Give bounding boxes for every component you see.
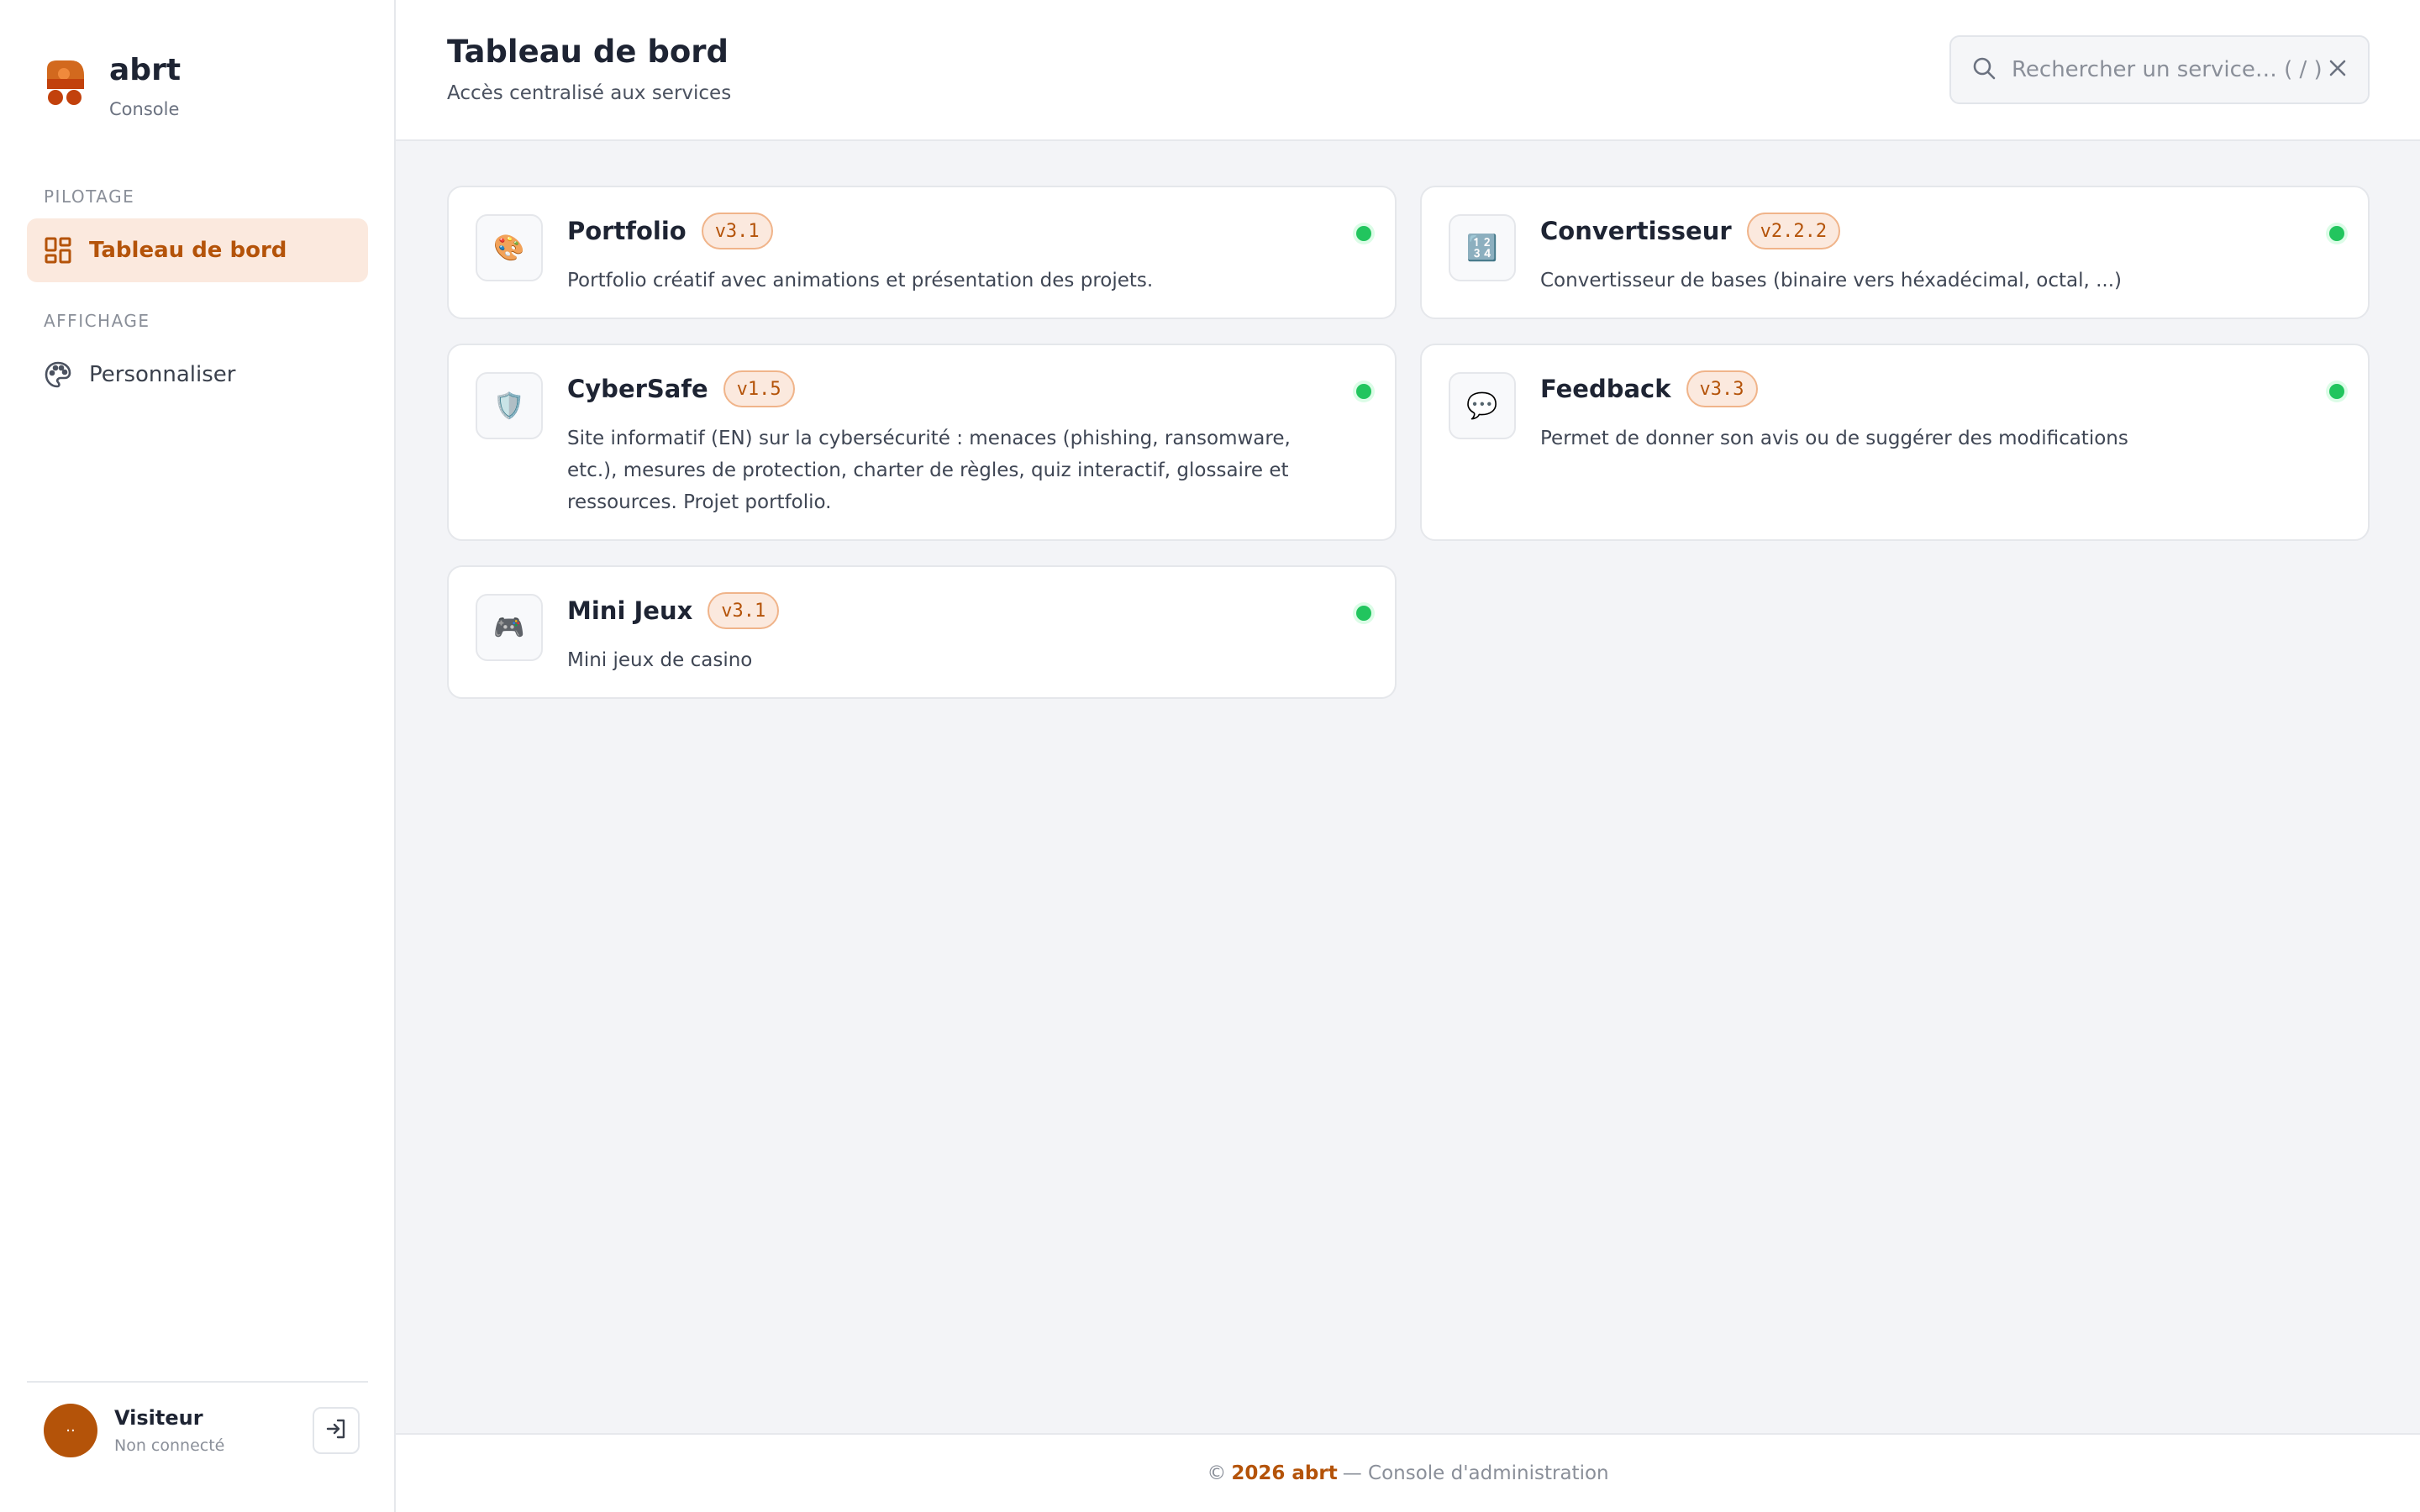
footer-brand: 2026 abrt bbox=[1231, 1462, 1338, 1484]
shield-icon: 🛡️ bbox=[476, 372, 543, 439]
sidebar-item-dashboard[interactable]: Tableau de bord bbox=[27, 218, 368, 282]
service-card-feedback[interactable]: 💬 Feedback v3.3 Permet de donner son avi… bbox=[1420, 344, 2370, 541]
service-title: CyberSafe bbox=[567, 375, 708, 403]
brand-name: abrt bbox=[109, 53, 182, 87]
sidebar-item-personnaliser[interactable]: Personnaliser bbox=[27, 343, 368, 407]
page-subtitle: Accès centralisé aux services bbox=[447, 82, 732, 104]
search-icon bbox=[1971, 55, 1996, 84]
service-description: Permet de donner son avis ou de suggérer… bbox=[1540, 428, 2128, 449]
search-input[interactable] bbox=[2012, 57, 2328, 82]
user-status: Non connecté bbox=[114, 1436, 225, 1455]
status-online-indicator bbox=[2329, 384, 2344, 399]
status-online-indicator bbox=[1356, 384, 1371, 399]
service-description: Site informatif (EN) sur la cybersécurit… bbox=[567, 428, 1291, 513]
user-panel: ·· Visiteur Non connecté bbox=[44, 1403, 360, 1458]
nav-section-pilotage: PILOTAGE bbox=[44, 186, 135, 207]
version-badge: v3.1 bbox=[701, 213, 773, 249]
brand[interactable]: abrt Console bbox=[44, 52, 181, 119]
palette-icon: 🎨 bbox=[476, 214, 543, 281]
service-title: Portfolio bbox=[567, 217, 687, 245]
footer-text: — Console d'administration bbox=[1342, 1462, 1609, 1484]
service-card-convertisseur[interactable]: 🔢 Convertisseur v2.2.2 Convertisseur de … bbox=[1420, 186, 2370, 319]
version-badge: v3.1 bbox=[708, 592, 780, 629]
status-online-indicator bbox=[1356, 606, 1371, 621]
palette-icon bbox=[44, 360, 72, 389]
nav-section-affichage: AFFICHAGE bbox=[44, 311, 150, 331]
status-online-indicator bbox=[2329, 226, 2344, 241]
service-description: Convertisseur de bases (binaire vers héx… bbox=[1540, 270, 2122, 291]
sidebar-item-label: Tableau de bord bbox=[89, 238, 287, 263]
service-title: Feedback bbox=[1540, 375, 1671, 403]
service-card-portfolio[interactable]: 🎨 Portfolio v3.1 Portfolio créatif avec … bbox=[447, 186, 1397, 319]
user-name: Visiteur bbox=[114, 1406, 203, 1430]
page-footer: © 2026 abrt — Console d'administration bbox=[396, 1433, 2420, 1512]
service-title: Mini Jeux bbox=[567, 596, 693, 625]
sidebar-item-label: Personnaliser bbox=[89, 362, 236, 387]
copyright-symbol: © bbox=[1207, 1462, 1227, 1484]
status-online-indicator bbox=[1356, 226, 1371, 241]
login-button[interactable] bbox=[313, 1407, 360, 1454]
numbers-icon: 🔢 bbox=[1449, 214, 1516, 281]
page-header: Tableau de bord Accès centralisé aux ser… bbox=[396, 0, 2420, 141]
search-box[interactable] bbox=[1949, 35, 2370, 104]
service-card-cybersafe[interactable]: 🛡️ CyberSafe v1.5 Site informatif (EN) s… bbox=[447, 344, 1397, 541]
version-badge: v3.3 bbox=[1686, 370, 1758, 407]
clear-search-icon[interactable] bbox=[2328, 58, 2348, 81]
sign-in-icon bbox=[325, 1418, 347, 1443]
brand-logo-icon bbox=[44, 60, 86, 116]
service-card-mini-jeux[interactable]: 🎮 Mini Jeux v3.1 Mini jeux de casino bbox=[447, 565, 1397, 699]
speech-bubble-icon: 💬 bbox=[1449, 372, 1516, 439]
dashboard-grid-icon bbox=[44, 236, 72, 265]
version-badge: v2.2.2 bbox=[1746, 213, 1841, 249]
brand-subtitle: Console bbox=[109, 99, 180, 119]
service-title: Convertisseur bbox=[1540, 217, 1732, 245]
service-description: Mini jeux de casino bbox=[567, 649, 753, 671]
game-controller-icon: 🎮 bbox=[476, 594, 543, 661]
user-panel-divider bbox=[27, 1381, 368, 1383]
version-badge: v1.5 bbox=[723, 370, 795, 407]
page-title: Tableau de bord bbox=[447, 34, 729, 70]
service-description: Portfolio créatif avec animations et pré… bbox=[567, 270, 1154, 291]
sidebar: abrt Console PILOTAGE Tableau de bord AF… bbox=[0, 0, 396, 1512]
avatar[interactable]: ·· bbox=[44, 1404, 97, 1457]
